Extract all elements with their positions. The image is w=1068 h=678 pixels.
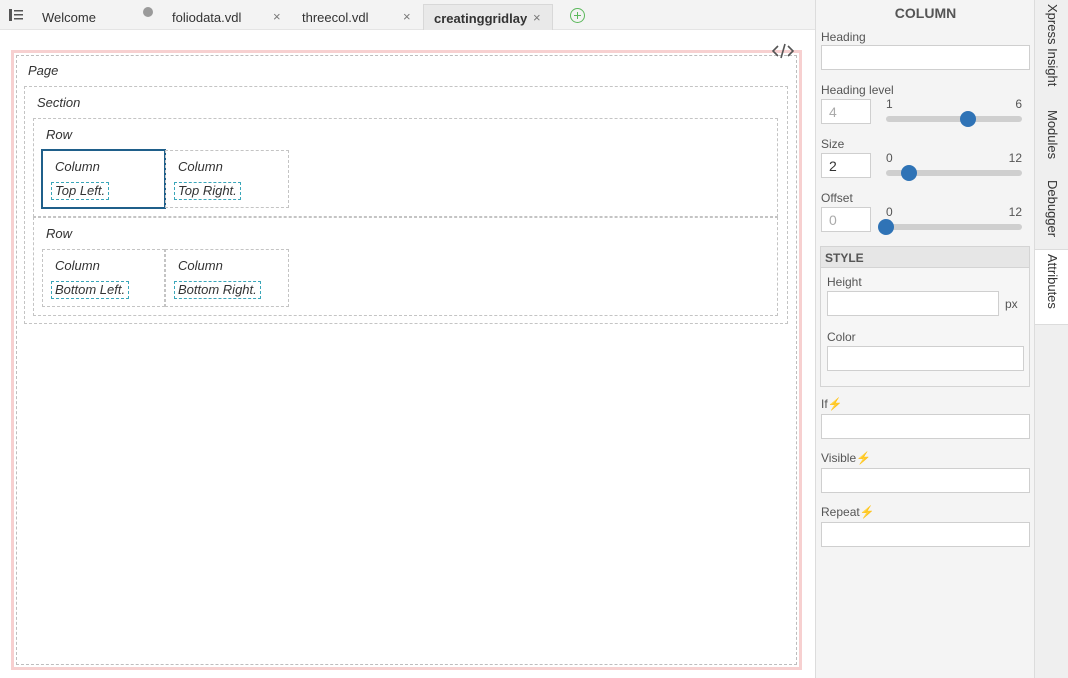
slider-thumb[interactable] xyxy=(878,219,894,235)
heading-label: Heading xyxy=(821,30,866,44)
visible-input[interactable] xyxy=(821,468,1030,493)
side-tab-modules[interactable]: Modules xyxy=(1035,106,1068,172)
bolt-icon: ⚡ xyxy=(859,505,875,519)
side-tab-xpress-insight[interactable]: Xpress Insight xyxy=(1035,0,1068,102)
if-label-text: If xyxy=(821,397,828,411)
bolt-icon: ⚡ xyxy=(856,451,872,465)
row-label: Row xyxy=(46,127,73,142)
tab-threecol[interactable]: threecol.vdl × xyxy=(290,4,420,30)
tab-welcome[interactable]: Welcome xyxy=(30,4,135,30)
attributes-panel: COLUMN Heading Heading level 4 1 6 Size … xyxy=(815,0,1034,678)
slider-min: 0 xyxy=(886,205,893,219)
close-icon[interactable]: × xyxy=(403,9,411,24)
bolt-icon: ⚡ xyxy=(827,397,843,411)
offset-slider[interactable]: 0 12 xyxy=(878,205,1022,245)
slider-track[interactable] xyxy=(886,224,1022,230)
visible-label-text: Visible xyxy=(821,451,857,465)
close-icon[interactable]: × xyxy=(273,9,281,24)
side-tab-debugger[interactable]: Debugger xyxy=(1035,176,1068,246)
add-tab-icon[interactable] xyxy=(570,8,585,23)
slider-min: 1 xyxy=(886,97,893,111)
close-icon[interactable]: × xyxy=(533,10,541,25)
height-input[interactable] xyxy=(827,291,999,316)
text-element[interactable]: Bottom Right. xyxy=(174,281,261,299)
code-view-icon[interactable] xyxy=(772,43,794,59)
repeat-label: Repeat⚡ xyxy=(821,505,875,519)
text-element[interactable]: Bottom Left. xyxy=(51,281,130,299)
side-tab-label: Xpress Insight xyxy=(1045,4,1060,87)
style-section: STYLE Height px Color xyxy=(820,246,1030,387)
side-tab-label: Modules xyxy=(1045,110,1060,160)
tab-label: threecol.vdl xyxy=(302,10,369,25)
heading-input[interactable] xyxy=(821,45,1030,70)
if-input[interactable] xyxy=(821,414,1030,439)
slider-max: 12 xyxy=(1008,151,1022,165)
column-label: Column xyxy=(55,159,100,174)
slider-max: 12 xyxy=(1008,205,1022,219)
offset-input[interactable]: 0 xyxy=(821,207,871,232)
column-label: Column xyxy=(178,258,223,273)
color-input[interactable] xyxy=(827,346,1024,371)
slider-thumb[interactable] xyxy=(959,111,976,127)
page-label: Page xyxy=(28,63,59,78)
offset-label: Offset xyxy=(821,191,853,205)
tab-foliodata[interactable]: foliodata.vdl × xyxy=(160,4,290,30)
text-element[interactable]: Top Right. xyxy=(174,182,241,200)
heading-level-input[interactable]: 4 xyxy=(821,99,871,124)
tab-label: Welcome xyxy=(42,10,96,25)
row-label: Row xyxy=(46,226,73,241)
size-label: Size xyxy=(821,137,845,151)
text-element[interactable]: Top Left. xyxy=(51,182,110,200)
repeat-label-text: Repeat xyxy=(821,505,860,519)
size-input[interactable]: 2 xyxy=(821,153,871,178)
height-unit: px xyxy=(1005,297,1018,311)
slider-max: 6 xyxy=(1015,97,1022,111)
column-label: Column xyxy=(178,159,223,174)
tab-creatinggridlayout[interactable]: creatinggridlayo × xyxy=(423,4,553,30)
slider-thumb[interactable] xyxy=(900,165,917,181)
editor-tab-bar: Welcome foliodata.vdl × threecol.vdl × c… xyxy=(0,0,815,30)
visible-label: Visible⚡ xyxy=(821,451,871,465)
repeat-input[interactable] xyxy=(821,522,1030,547)
slider-track[interactable] xyxy=(886,116,1022,122)
section-label: Section xyxy=(37,95,81,110)
column-box-selected[interactable] xyxy=(41,149,166,209)
if-label: If⚡ xyxy=(821,397,843,411)
side-tab-strip: Xpress Insight Modules Debugger Attribut… xyxy=(1034,0,1068,678)
heading-level-slider[interactable]: 1 6 xyxy=(886,97,1022,137)
tab-label: foliodata.vdl xyxy=(172,10,242,25)
slider-min: 0 xyxy=(886,151,893,165)
side-tab-label: Attributes xyxy=(1045,254,1060,309)
style-header: STYLE xyxy=(821,247,1029,268)
panel-title: COLUMN xyxy=(894,5,957,21)
heading-level-label: Heading level xyxy=(821,83,894,97)
height-label: Height xyxy=(827,275,862,289)
color-label: Color xyxy=(827,330,856,344)
unsaved-indicator-icon xyxy=(143,7,153,17)
size-slider[interactable]: 0 12 xyxy=(886,151,1022,191)
side-tab-label: Debugger xyxy=(1045,180,1060,238)
file-menu-icon[interactable] xyxy=(9,9,23,21)
tab-label: creatinggridlayo xyxy=(434,11,527,26)
side-tab-attributes[interactable]: Attributes xyxy=(1035,249,1068,325)
column-label: Column xyxy=(55,258,100,273)
